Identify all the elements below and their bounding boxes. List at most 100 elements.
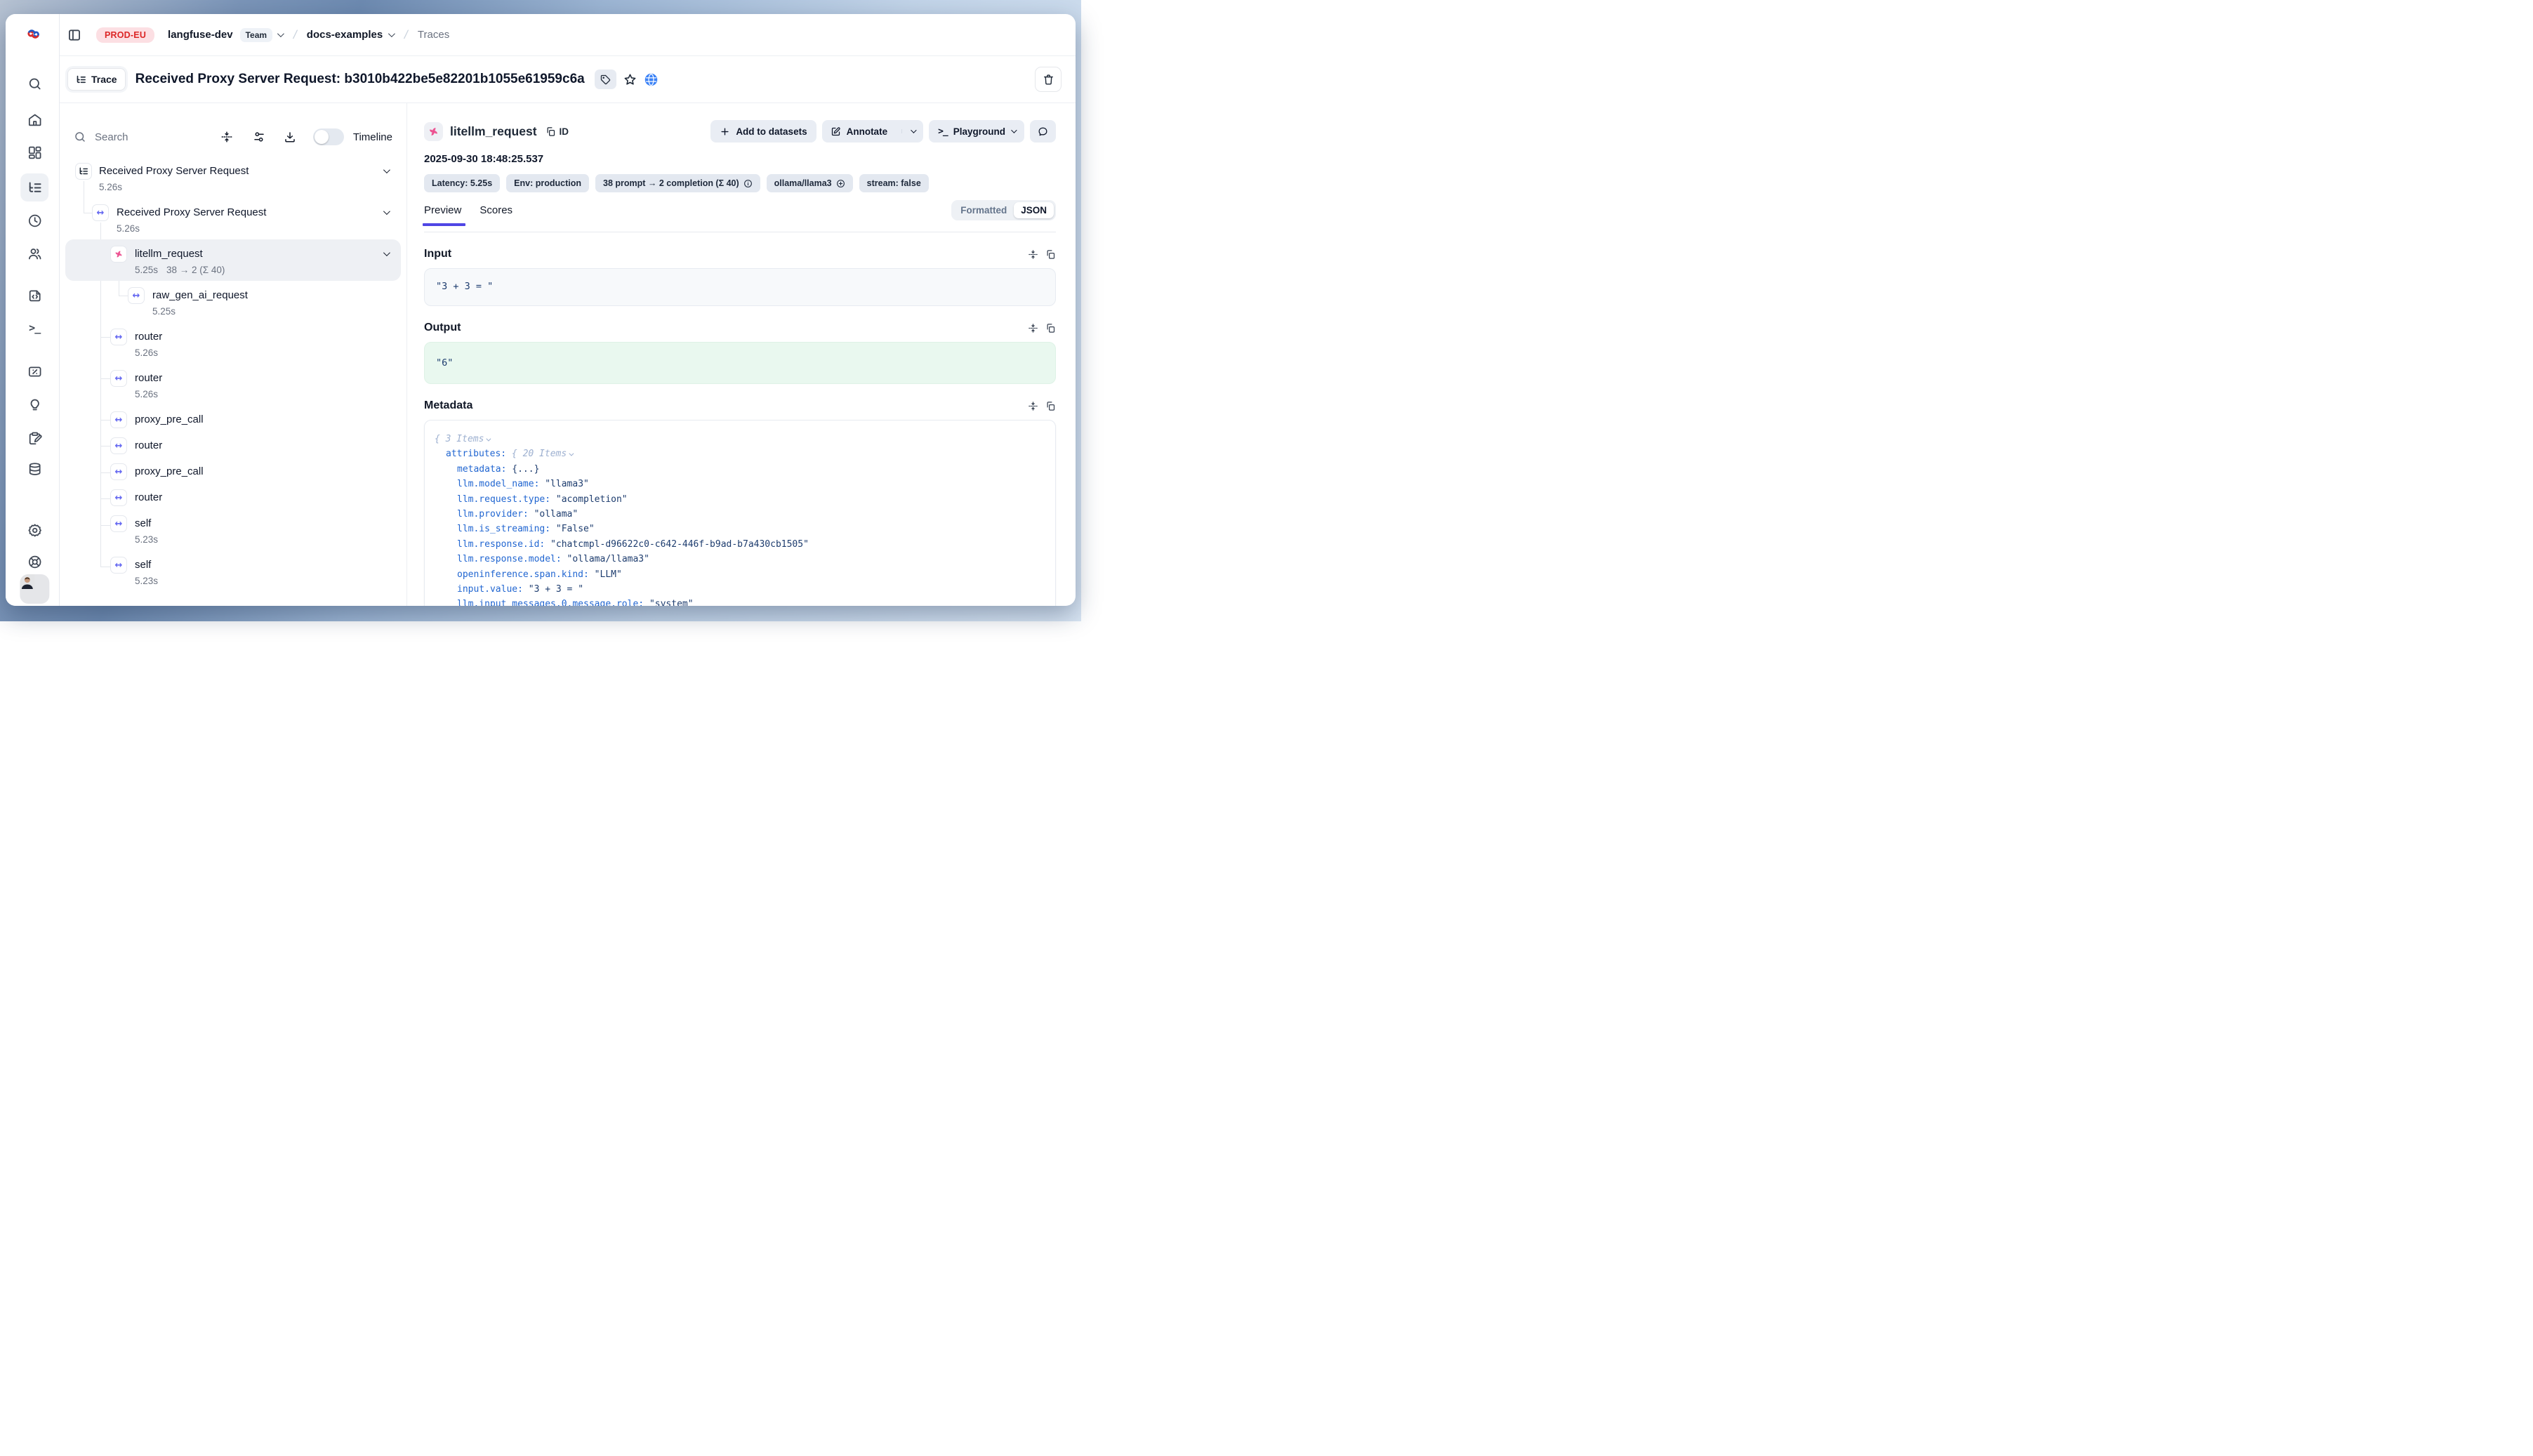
tree-row-span[interactable]: ↔ raw_gen_ai_request 5.25s [60, 283, 406, 324]
download-button[interactable] [284, 131, 296, 143]
tree-row-span[interactable]: ↔ Received Proxy Server Request 5.26s [60, 200, 406, 241]
bookmark-star-button[interactable] [623, 73, 637, 86]
copy-icon[interactable] [1045, 249, 1056, 260]
span-name: raw_gen_ai_request [152, 283, 406, 303]
tree-settings-button[interactable] [253, 131, 265, 143]
view-mode-toggle: Formatted JSON [951, 200, 1056, 220]
sidebar-item-annotation[interactable] [20, 423, 48, 451]
org-chevron-down-icon[interactable] [277, 30, 284, 37]
public-share-button[interactable] [644, 72, 659, 87]
comments-button[interactable] [1030, 120, 1056, 143]
json-line[interactable]: attributes: { 20 Items [435, 446, 1045, 461]
breadcrumb-project[interactable]: docs-examples [307, 29, 383, 41]
tab-scores[interactable]: Scores [480, 204, 512, 226]
copy-icon [545, 126, 556, 137]
output-section-header: Output [424, 322, 1056, 334]
dashboard-grid-icon [27, 145, 42, 160]
timeline-toggle[interactable] [313, 128, 344, 145]
download-icon [284, 131, 296, 143]
home-icon [27, 112, 42, 127]
annotate-button[interactable]: Annotate [822, 126, 897, 137]
sidebar-item-search[interactable] [20, 70, 48, 98]
search-input[interactable] [95, 131, 179, 143]
sidebar-item-playground[interactable]: >_ [20, 314, 48, 342]
formatted-option[interactable]: Formatted [953, 202, 1014, 218]
breadcrumb-org[interactable]: langfuse-dev [168, 29, 233, 41]
tree-row-span[interactable]: ↔ router [60, 433, 406, 459]
span-name: proxy_pre_call [135, 407, 406, 427]
percent-card-icon [27, 364, 42, 379]
span-icon: ↔ [110, 329, 127, 345]
sidebar-item-settings[interactable] [20, 516, 48, 544]
tree-row-span[interactable]: ↔ proxy_pre_call [60, 459, 406, 485]
trace-title: Received Proxy Server Request: b3010b422… [135, 72, 585, 87]
sidebar-item-sessions[interactable] [20, 206, 48, 234]
json-line[interactable]: metadata: {...} [435, 462, 1045, 477]
tree-row-trace[interactable]: Received Proxy Server Request 5.26s [60, 159, 406, 200]
json-line[interactable]: { 3 Items [435, 432, 1045, 446]
add-to-datasets-button[interactable]: Add to datasets [710, 120, 816, 143]
trace-icon [75, 163, 92, 180]
sidebar-item-users[interactable] [20, 239, 48, 267]
span-name: router [135, 324, 406, 344]
tree-row-span[interactable]: ↔ self 5.23s [60, 511, 406, 552]
comment-bubble-icon [1038, 126, 1048, 137]
span-duration: 5.26s [135, 388, 158, 401]
span-name: router [135, 433, 406, 453]
copy-icon[interactable] [1045, 401, 1056, 411]
trash-icon [1043, 74, 1054, 86]
stream-badge: stream: false [859, 174, 929, 192]
token-usage-badge[interactable]: 38 prompt → 2 completion (Σ 40) [595, 174, 760, 192]
span-name: proxy_pre_call [135, 459, 406, 479]
tree-row-span[interactable]: ↔ router [60, 485, 406, 511]
sidebar-item-prompts[interactable] [20, 281, 48, 309]
clipboard-pen-icon [27, 430, 42, 445]
delete-trace-button[interactable] [1035, 67, 1062, 92]
sidebar-item-insights[interactable] [20, 390, 48, 418]
observation-title: litellm_request [450, 124, 537, 139]
sidebar-item-evaluation[interactable] [20, 357, 48, 385]
latency-badge: Latency: 5.25s [424, 174, 500, 192]
json-line: llm.request.type: "acompletion" [435, 492, 1045, 507]
tag-icon [600, 74, 611, 85]
sidebar-item-home[interactable] [20, 105, 48, 133]
sidebar-item-support[interactable] [20, 548, 48, 576]
trace-tree-panel: Timeline [60, 103, 407, 606]
tree-row-span[interactable]: ↔ self 5.23s [60, 552, 406, 594]
fold-vertical-icon[interactable] [1028, 323, 1038, 333]
user-avatar[interactable] [20, 574, 49, 604]
json-line: llm.model_name: "llama3" [435, 477, 1045, 491]
tree-row-span[interactable]: ↔ router 5.26s [60, 324, 406, 366]
fold-vertical-icon[interactable] [1028, 249, 1038, 260]
output-label: Output [424, 322, 461, 334]
span-icon: ↔ [110, 437, 127, 454]
playground-button[interactable]: >_ Playground [929, 120, 1024, 143]
span-icon: ↔ [110, 557, 127, 574]
json-option[interactable]: JSON [1014, 202, 1054, 218]
add-to-datasets-label: Add to datasets [736, 126, 807, 137]
sidebar-item-traces[interactable] [20, 173, 48, 201]
collapse-all-button[interactable] [220, 131, 233, 143]
tag-button[interactable] [595, 70, 616, 89]
info-icon [743, 179, 753, 188]
sidebar-item-dashboards[interactable] [20, 138, 48, 166]
tab-preview[interactable]: Preview [424, 204, 461, 226]
span-duration: 5.23s [135, 575, 158, 588]
copy-icon[interactable] [1045, 323, 1056, 333]
tree-row-generation-selected[interactable]: litellm_request 5.25s38 → 2 (Σ 40) [60, 241, 406, 283]
span-name: self [135, 552, 406, 572]
copy-id-button[interactable]: ID [545, 126, 569, 137]
clock-icon [27, 213, 42, 228]
metadata-label: Metadata [424, 399, 472, 412]
fold-vertical-icon[interactable] [1028, 401, 1038, 411]
json-line: llm.input_messages.0.message.role: "syst… [435, 597, 1045, 606]
sidebar-item-datasets[interactable] [20, 455, 48, 483]
tree-row-span[interactable]: ↔ router 5.26s [60, 366, 406, 407]
model-badge[interactable]: ollama/llama3 [767, 174, 853, 192]
project-chevron-down-icon[interactable] [388, 30, 395, 37]
sidebar-toggle-button[interactable] [67, 28, 81, 42]
observation-badges: Latency: 5.25s Env: production 38 prompt… [424, 174, 1056, 192]
tree-row-span[interactable]: ↔ proxy_pre_call [60, 407, 406, 433]
users-icon [27, 246, 42, 261]
annotate-dropdown-button[interactable] [901, 129, 923, 133]
